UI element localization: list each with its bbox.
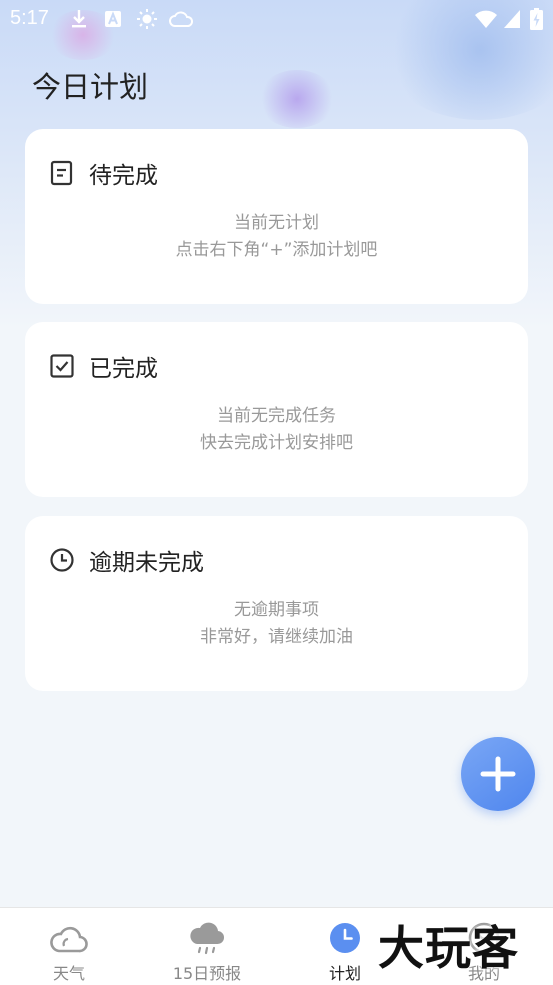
card-title: 待完成	[89, 163, 158, 189]
watermark-logo: 大玩客	[378, 921, 519, 975]
empty-hint: 快去完成计划安排吧	[200, 433, 353, 453]
status-time: 5:17	[10, 7, 49, 29]
card-header: 待完成	[49, 157, 158, 189]
tab-weather[interactable]: 天气	[9, 908, 129, 985]
rain-cloud-icon	[190, 922, 225, 955]
sun-icon	[137, 9, 157, 29]
completed-card: 已完成 当前无完成任务 快去完成计划安排吧	[25, 322, 528, 497]
add-plan-button[interactable]	[461, 737, 535, 811]
background-blob	[258, 70, 336, 128]
empty-message: 当前无完成任务	[217, 406, 336, 426]
card-title: 已完成	[89, 356, 158, 382]
empty-hint: 点击右下角“+”添加计划吧	[175, 240, 378, 260]
clock-icon	[330, 923, 360, 953]
overdue-card: 逾期未完成 无逾期事项 非常好，请继续加油	[25, 516, 528, 691]
pending-card: 待完成 当前无计划 点击右下角“+”添加计划吧	[25, 129, 528, 304]
checkbox-icon	[50, 354, 74, 378]
card-header: 已完成	[49, 350, 158, 382]
wifi-icon	[475, 10, 497, 28]
page-title: 今日计划	[32, 70, 149, 104]
cloud-status-icon	[169, 11, 194, 27]
signal-icon	[504, 10, 520, 28]
tab-15-day-forecast[interactable]: 15日预报	[147, 908, 267, 985]
document-icon	[50, 160, 73, 186]
status-bar: 5:17	[0, 0, 553, 38]
cloud-icon	[50, 926, 88, 953]
app-a-icon	[105, 11, 121, 27]
plus-icon	[480, 756, 516, 792]
empty-message: 当前无计划	[234, 213, 319, 233]
tab-label: 天气	[52, 964, 85, 983]
download-icon	[72, 10, 86, 28]
empty-message: 无逾期事项	[234, 600, 319, 620]
empty-hint: 非常好，请继续加油	[200, 627, 353, 647]
battery-charging-icon	[530, 8, 543, 30]
card-header: 逾期未完成	[49, 544, 204, 576]
tab-label: 15日预报	[172, 964, 242, 983]
card-title: 逾期未完成	[89, 550, 204, 576]
clock-icon	[50, 548, 74, 572]
